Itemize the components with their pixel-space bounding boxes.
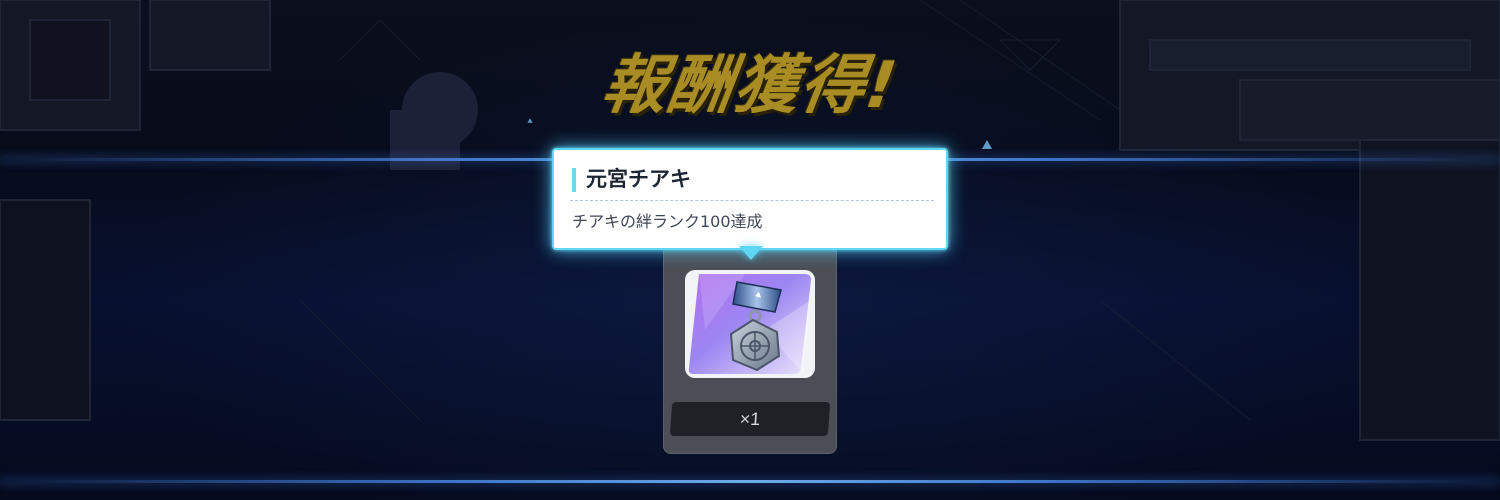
tooltip-pointer bbox=[739, 246, 763, 260]
item-quantity: ×1 bbox=[669, 402, 831, 436]
reward-item-card[interactable]: ×1 bbox=[663, 242, 837, 454]
page-title: 報酬獲得! bbox=[597, 49, 903, 123]
tooltip-accent-bar bbox=[572, 168, 576, 192]
bottom-band-line bbox=[0, 480, 1500, 483]
reward-screen[interactable]: 報酬獲得! ×1 元宮チアキ チアキの絆ランク100達成 bbox=[0, 0, 1500, 500]
sparkle-icon bbox=[982, 140, 992, 149]
item-tooltip: 元宮チアキ チアキの絆ランク100達成 bbox=[552, 148, 948, 260]
item-icon-frame bbox=[685, 270, 815, 378]
tooltip-divider bbox=[570, 200, 934, 201]
sparkle-icon bbox=[527, 118, 533, 123]
tooltip-item-name: 元宮チアキ bbox=[586, 167, 691, 191]
tooltip-description: チアキの絆ランク100達成 bbox=[572, 212, 763, 231]
medal-icon bbox=[688, 274, 811, 374]
